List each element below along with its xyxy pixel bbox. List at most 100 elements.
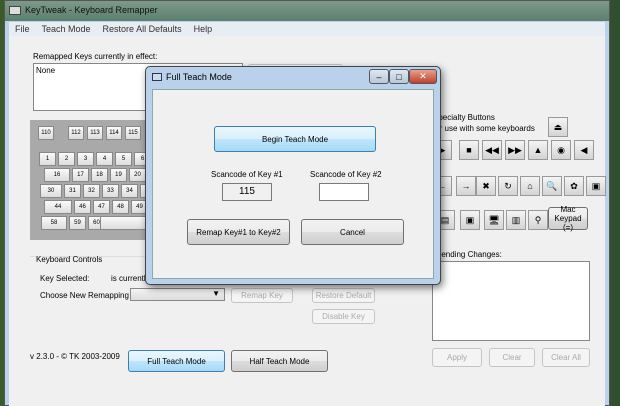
favorites-button[interactable]: ✿ <box>564 176 584 196</box>
key-5[interactable]: 5 <box>115 152 132 166</box>
key-110[interactable]: 110 <box>38 126 54 140</box>
choose-remapping-label: Choose New Remapping <box>40 291 129 300</box>
rewind-button[interactable]: ◀◀ <box>482 140 502 160</box>
key-33[interactable]: 33 <box>102 184 119 198</box>
minimize-icon[interactable]: – <box>369 69 389 84</box>
apply-button[interactable]: Apply <box>432 348 482 367</box>
eject-icon: ⏏ <box>553 121 563 132</box>
specialty-label: Specialty Buttons <box>433 113 495 122</box>
key-34[interactable]: 34 <box>121 184 138 198</box>
search-key-button[interactable]: ⚲ <box>528 210 548 230</box>
begin-teach-mode-button[interactable]: Begin Teach Mode <box>214 126 376 152</box>
stop-button[interactable]: ■ <box>459 140 479 160</box>
window-title: KeyTweak - Keyboard Remapper <box>25 5 158 15</box>
mac-keypad-button[interactable]: Mac Keypad (=) <box>548 205 588 232</box>
menu-file[interactable]: File <box>15 24 30 34</box>
key-112[interactable]: 112 <box>68 126 84 140</box>
remapped-label: Remapped Keys currently in effect: <box>33 52 158 61</box>
mute-icon: ◉ <box>557 144 565 155</box>
folder-button[interactable]: ▣ <box>586 176 606 196</box>
home-button[interactable]: ⌂ <box>520 176 540 196</box>
key-16[interactable]: 16 <box>44 168 70 182</box>
key-59[interactable]: 59 <box>69 216 86 230</box>
media-button[interactable]: ▣ <box>460 210 480 230</box>
key-1[interactable]: 1 <box>39 152 56 166</box>
my-computer-icon: 🖥 <box>488 214 500 225</box>
folder-icon: ▣ <box>591 180 601 191</box>
volume-down-button[interactable]: ◀ <box>574 140 594 160</box>
chevron-down-icon: ▼ <box>212 289 220 298</box>
favorites-icon: ✿ <box>570 180 578 191</box>
full-teach-mode-dialog: Full Teach Mode – □ ✕ Begin Teach Mode S… <box>145 66 441 285</box>
eject-button[interactable]: ⏏ <box>548 117 568 137</box>
calculator-icon: ▥ <box>511 214 521 225</box>
dialog-body: Begin Teach Mode Scancode of Key #1 Scan… <box>152 89 434 279</box>
stop-icon: ■ <box>466 145 472 155</box>
mac-keypad-label: Mac Keypad (=) <box>554 205 582 232</box>
scancode1-label: Scancode of Key #1 <box>211 170 283 179</box>
menu-help[interactable]: Help <box>194 24 213 34</box>
key-30[interactable]: 30 <box>40 184 62 198</box>
rewind-icon: ◀◀ <box>485 144 499 155</box>
calculator-button[interactable]: ▥ <box>506 210 526 230</box>
forward-button[interactable]: → <box>456 176 476 196</box>
keyboard-controls-label: Keyboard Controls <box>36 255 103 264</box>
key-47[interactable]: 47 <box>93 200 110 214</box>
key-3[interactable]: 3 <box>77 152 94 166</box>
currently-label: is currently <box>111 274 150 283</box>
volume-up-icon: ▲ <box>533 145 543 155</box>
clear-all-button[interactable]: Clear All <box>542 348 590 367</box>
scancode1-field: 115 <box>222 183 272 201</box>
pending-label: Pending Changes: <box>436 250 502 259</box>
half-teach-mode-button[interactable]: Half Teach Mode <box>231 350 328 372</box>
key-115[interactable]: 115 <box>125 126 141 140</box>
remap-key-button[interactable]: Remap Key <box>231 288 293 303</box>
menu-restore-all-defaults[interactable]: Restore All Defaults <box>103 24 182 34</box>
scancode2-field[interactable] <box>319 183 369 201</box>
key-113[interactable]: 113 <box>87 126 103 140</box>
key-20[interactable]: 20 <box>129 168 146 182</box>
maximize-icon[interactable]: □ <box>389 69 409 84</box>
disable-key-button[interactable]: Disable Key <box>312 309 375 324</box>
refresh-button[interactable]: ↻ <box>498 176 518 196</box>
key-31[interactable]: 31 <box>64 184 81 198</box>
key-114[interactable]: 114 <box>106 126 122 140</box>
keyboard-panel: 1101121131141151234567161718192021303132… <box>30 120 170 240</box>
key-4[interactable]: 4 <box>96 152 113 166</box>
search-button[interactable]: 🔍 <box>542 176 562 196</box>
volume-up-button[interactable]: ▲ <box>528 140 548 160</box>
fast-forward-button[interactable]: ▶▶ <box>505 140 525 160</box>
remapping-dropdown[interactable]: ▼ <box>130 288 225 301</box>
close-icon[interactable]: ✕ <box>409 69 437 84</box>
key-32[interactable]: 32 <box>83 184 100 198</box>
media-icon: ▣ <box>465 214 475 225</box>
pending-list[interactable] <box>432 261 590 341</box>
restore-default-button[interactable]: Restore Default <box>312 288 375 303</box>
stop-browser-icon: ✖ <box>482 180 490 191</box>
mute-button[interactable]: ◉ <box>551 140 571 160</box>
home-icon: ⌂ <box>527 181 533 191</box>
menu-teach-mode[interactable]: Teach Mode <box>42 24 91 34</box>
key-selected-label: Key Selected: <box>40 274 90 283</box>
full-teach-mode-button[interactable]: Full Teach Mode <box>128 350 225 372</box>
title-bar: KeyTweak - Keyboard Remapper <box>5 1 609 21</box>
search-icon: 🔍 <box>546 180 558 191</box>
forward-icon: → <box>461 181 471 191</box>
stop-browser-button[interactable]: ✖ <box>476 176 496 196</box>
cancel-button[interactable]: Cancel <box>301 219 404 245</box>
key-17[interactable]: 17 <box>72 168 89 182</box>
version-text: v 2.3.0 - © TK 2003-2009 <box>30 352 120 361</box>
key-44[interactable]: 44 <box>44 200 72 214</box>
dialog-icon <box>152 73 162 81</box>
menu-bar: File Teach Mode Restore All Defaults Help <box>9 22 605 36</box>
my-computer-button[interactable]: 🖥 <box>484 210 504 230</box>
key-2[interactable]: 2 <box>58 152 75 166</box>
key-46[interactable]: 46 <box>74 200 91 214</box>
key-18[interactable]: 18 <box>91 168 108 182</box>
app-icon <box>9 6 21 15</box>
key-19[interactable]: 19 <box>110 168 127 182</box>
remap-key1-to-key2-button[interactable]: Remap Key#1 to Key#2 <box>187 219 290 245</box>
key-58[interactable]: 58 <box>41 216 67 230</box>
clear-button[interactable]: Clear <box>489 348 535 367</box>
key-48[interactable]: 48 <box>112 200 129 214</box>
